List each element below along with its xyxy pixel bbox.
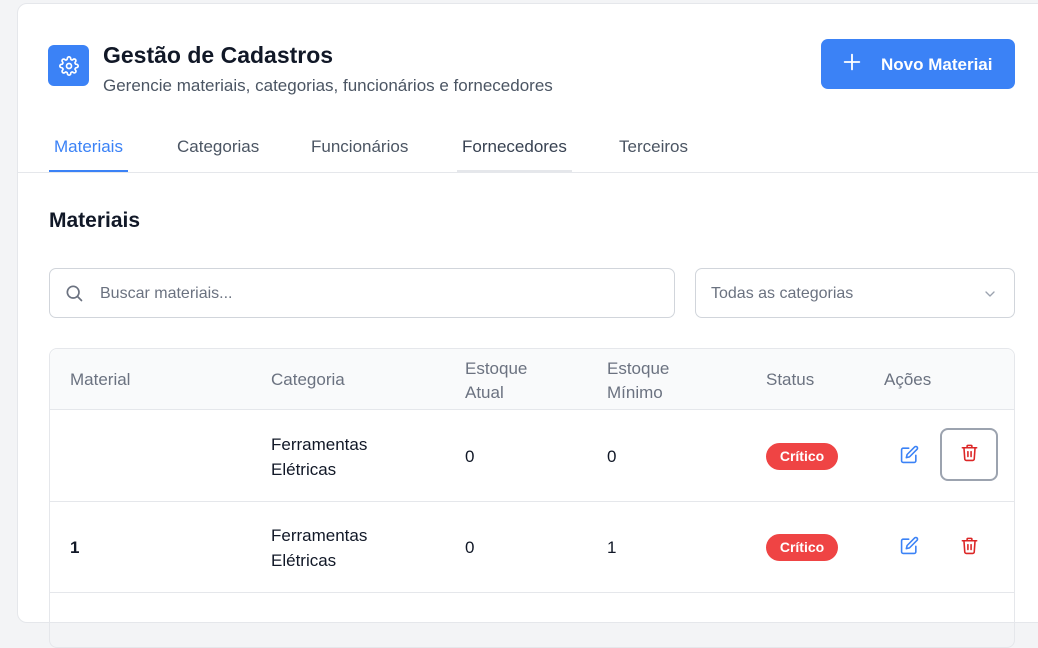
edit-icon <box>900 536 919 560</box>
tab-categorias[interactable]: Categorias <box>172 137 264 172</box>
table-row: Ferramentas Elétricas 0 0 Crítico <box>50 411 1014 502</box>
tab-fornecedores[interactable]: Fornecedores <box>457 137 572 172</box>
cell-categoria-l2: Elétricas <box>271 460 337 479</box>
gear-icon <box>48 45 89 86</box>
cell-estoque-minimo: 0 <box>607 447 617 466</box>
section-title: Materiais <box>49 209 141 232</box>
col-estoque-minimo: Estoque Mínimo <box>607 357 669 405</box>
col-estoque-minimo-l1: Estoque <box>607 359 670 378</box>
search-box <box>49 268 675 318</box>
status-badge: Crítico <box>766 534 838 561</box>
trash-icon <box>960 443 979 467</box>
chevron-down-icon <box>982 286 998 307</box>
trash-icon <box>960 536 979 560</box>
table-header: Material Categoria Estoque Atual Estoque… <box>50 349 1014 410</box>
tab-materiais[interactable]: Materiais <box>49 137 128 172</box>
category-select[interactable]: Todas as categorias <box>695 268 1015 318</box>
cell-estoque-atual: 0 <box>465 538 475 557</box>
cell-categoria: Ferramentas Elétricas <box>271 523 367 573</box>
cell-material: 1 <box>70 538 80 557</box>
page-title: Gestão de Cadastros <box>103 42 334 68</box>
col-estoque-atual-l1: Estoque <box>465 359 528 378</box>
cell-estoque-minimo: 1 <box>607 538 617 557</box>
search-input[interactable] <box>100 282 660 306</box>
cell-categoria-l1: Ferramentas <box>271 526 368 545</box>
tab-funcionarios[interactable]: Funcionários <box>306 137 413 172</box>
delete-button[interactable] <box>952 531 986 565</box>
cell-categoria-l1: Ferramentas <box>271 435 368 454</box>
search-icon <box>64 283 84 308</box>
delete-button[interactable] <box>940 428 998 481</box>
cell-estoque-atual: 0 <box>465 447 475 466</box>
col-acoes: Ações <box>884 370 932 389</box>
edit-icon <box>900 445 919 469</box>
status-badge: Crítico <box>766 443 838 470</box>
col-estoque-atual-l2: Atual <box>465 383 504 402</box>
page-subtitle: Gerencie materiais, categorias, funcioná… <box>103 76 553 95</box>
col-estoque-atual: Estoque Atual <box>465 357 527 405</box>
edit-button[interactable] <box>892 440 926 474</box>
cell-categoria: Ferramentas Elétricas <box>271 432 367 482</box>
plus-icon <box>841 51 863 78</box>
cell-categoria-l2: Elétricas <box>271 551 337 570</box>
tab-bar: Materiais Categorias Funcionários Fornec… <box>18 129 1038 173</box>
edit-button[interactable] <box>892 531 926 565</box>
new-material-label: Novo Materiai <box>881 55 993 74</box>
col-categoria: Categoria <box>271 370 345 389</box>
main-card: Gestão de Cadastros Gerencie materiais, … <box>17 3 1038 648</box>
table-row: 1 Ferramentas Elétricas 0 1 Crítico <box>50 502 1014 593</box>
category-select-value: Todas as categorias <box>711 285 854 302</box>
col-estoque-minimo-l2: Mínimo <box>607 383 663 402</box>
col-material: Material <box>70 370 131 389</box>
new-material-button[interactable]: Novo Materiai <box>821 39 1015 89</box>
materials-table: Material Categoria Estoque Atual Estoque… <box>49 348 1015 648</box>
col-status: Status <box>766 370 815 389</box>
tab-terceiros[interactable]: Terceiros <box>614 137 693 172</box>
